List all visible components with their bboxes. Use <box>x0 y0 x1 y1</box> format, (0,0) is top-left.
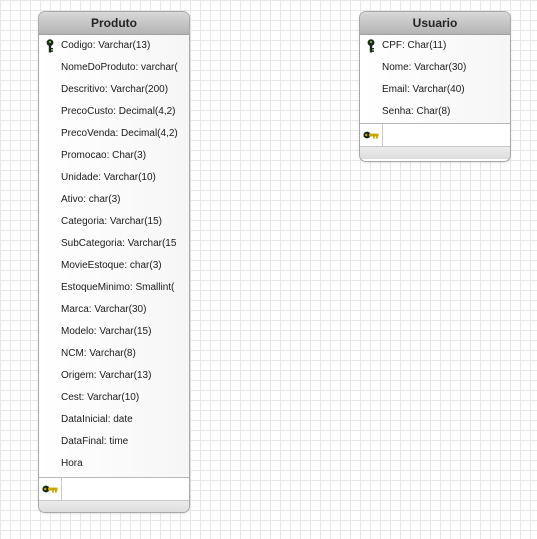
attribute-label: Promocao: Char(3) <box>61 150 147 161</box>
attribute-label: Ativo: char(3) <box>61 194 121 205</box>
attribute-label: MovieEstoque: char(3) <box>61 260 162 271</box>
attribute-row[interactable]: Codigo: Varchar(13) <box>39 35 189 57</box>
attribute-row[interactable]: Nome: Varchar(30) <box>360 57 510 79</box>
attribute-label: CPF: Char(11) <box>382 40 447 51</box>
primary-key-icon <box>46 39 54 53</box>
attribute-label: Hora <box>61 458 83 469</box>
attribute-label: Marca: Varchar(30) <box>61 304 147 315</box>
attribute-row[interactable]: EstoqueMinimo: Smallint( <box>39 277 189 299</box>
attribute-label: Unidade: Varchar(10) <box>61 172 156 183</box>
attribute-row[interactable]: Senha: Char(8) <box>360 101 510 123</box>
entity-usuario-attributes: CPF: Char(11) Nome: Varchar(30) Email: Var… <box>360 35 510 123</box>
key-icon <box>42 485 58 493</box>
attribute-label: PrecoVenda: Decimal(4,2) <box>61 128 178 139</box>
attribute-row[interactable]: Origem: Varchar(13) <box>39 365 189 387</box>
attribute-label: PrecoCusto: Decimal(4,2) <box>61 106 176 117</box>
attribute-label: Email: Varchar(40) <box>382 84 465 95</box>
attribute-label: Nome: Varchar(30) <box>382 62 467 73</box>
attribute-row[interactable]: PrecoCusto: Decimal(4,2) <box>39 101 189 123</box>
attribute-label: Descritivo: Varchar(200) <box>61 84 169 95</box>
attribute-label: SubCategoria: Varchar(15 <box>61 238 177 249</box>
attribute-label: NCM: Varchar(8) <box>61 348 136 359</box>
attribute-label: DataInicial: date <box>61 414 133 425</box>
attribute-row[interactable]: Ativo: char(3) <box>39 189 189 211</box>
attribute-label: Modelo: Varchar(15) <box>61 326 152 337</box>
attribute-row[interactable]: PrecoVenda: Decimal(4,2) <box>39 123 189 145</box>
attribute-label: Origem: Varchar(13) <box>61 370 152 381</box>
attribute-row[interactable]: Unidade: Varchar(10) <box>39 167 189 189</box>
attribute-row[interactable]: Descritivo: Varchar(200) <box>39 79 189 101</box>
attribute-label: Categoria: Varchar(15) <box>61 216 162 227</box>
entity-produto[interactable]: Produto Codigo: Varchar(13) NomeDoProduto… <box>38 11 190 513</box>
entity-usuario-keys-section[interactable] <box>360 123 510 147</box>
entity-produto-bottom-bar <box>39 501 189 512</box>
attribute-label: Senha: Char(8) <box>382 106 451 117</box>
attribute-row[interactable]: MovieEstoque: char(3) <box>39 255 189 277</box>
attribute-row[interactable]: DataFinal: time <box>39 431 189 453</box>
entity-produto-key-cell <box>39 478 62 500</box>
attribute-label: Cest: Varchar(10) <box>61 392 140 403</box>
entity-usuario-bottom-bar <box>360 147 510 159</box>
key-icon <box>363 131 379 139</box>
attribute-row[interactable]: Marca: Varchar(30) <box>39 299 189 321</box>
attribute-row[interactable]: NCM: Varchar(8) <box>39 343 189 365</box>
entity-produto-title: Produto <box>39 12 189 35</box>
entity-usuario-key-cell <box>360 124 383 146</box>
attribute-row[interactable]: SubCategoria: Varchar(15 <box>39 233 189 255</box>
attribute-row[interactable]: Modelo: Varchar(15) <box>39 321 189 343</box>
attribute-label: NomeDoProduto: varchar( <box>61 62 178 73</box>
entity-produto-attributes: Codigo: Varchar(13) NomeDoProduto: varcha… <box>39 35 189 477</box>
entity-produto-keys-section[interactable] <box>39 477 189 501</box>
attribute-label: DataFinal: time <box>61 436 129 447</box>
entity-usuario-title: Usuario <box>360 12 510 35</box>
attribute-row[interactable]: Categoria: Varchar(15) <box>39 211 189 233</box>
attribute-row[interactable]: DataInicial: date <box>39 409 189 431</box>
attribute-row[interactable]: CPF: Char(11) <box>360 35 510 57</box>
attribute-label: EstoqueMinimo: Smallint( <box>61 282 175 293</box>
attribute-row[interactable]: Hora <box>39 453 189 475</box>
attribute-row[interactable]: Promocao: Char(3) <box>39 145 189 167</box>
attribute-row[interactable]: Cest: Varchar(10) <box>39 387 189 409</box>
attribute-label: Codigo: Varchar(13) <box>61 40 151 51</box>
entity-usuario[interactable]: Usuario CPF: Char(11) Nome: Varchar(30) Em… <box>359 11 511 162</box>
attribute-row[interactable]: NomeDoProduto: varchar( <box>39 57 189 79</box>
attribute-row[interactable]: Email: Varchar(40) <box>360 79 510 101</box>
primary-key-icon <box>367 39 375 53</box>
